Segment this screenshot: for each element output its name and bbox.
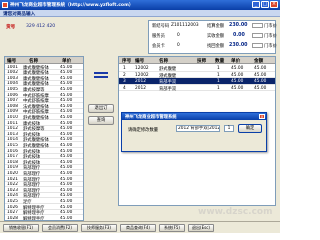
order-seq: 3 — [123, 79, 126, 85]
app-icon — [2, 2, 8, 8]
transfer-controls: 退出订 查询 — [86, 56, 116, 221]
order-amount: 45.00 — [254, 79, 267, 85]
document-no-label: 新结号码 — [152, 24, 170, 29]
order-code: 2012 — [135, 85, 146, 91]
received-amount: 0.00 — [233, 33, 245, 38]
order-qty: 1 — [217, 85, 220, 91]
store-price-label-3: 门市价 — [264, 44, 277, 49]
watermark: www.dzsc.com — [198, 207, 273, 217]
order-code: 2012 — [135, 79, 146, 85]
header-seq[interactable]: 序号 — [122, 58, 131, 64]
header-name[interactable]: 名称 — [159, 58, 168, 64]
dialog-qty-field[interactable]: 1 — [224, 125, 234, 132]
order-unit-price: 45.00 — [231, 85, 244, 91]
order-seq: 4 — [123, 85, 126, 91]
order-code: 12002 — [135, 66, 149, 71]
order-seq: 2 — [123, 72, 126, 78]
dialog-close-icon[interactable]: × — [259, 114, 265, 119]
goods-input-field[interactable]: 329 412 420 — [26, 24, 55, 29]
order-unit-price: 45.00 — [231, 79, 244, 85]
header-qty[interactable]: 数量 — [215, 58, 224, 64]
order-code: 12002 — [135, 72, 149, 78]
order-qty: 1 — [217, 66, 220, 71]
order-row[interactable]: 3 2012 背部手双 1 45.00 45.00 — [119, 78, 275, 85]
settle-amount: 230.00 — [229, 23, 248, 28]
document-no: Z101112003 — [171, 23, 199, 28]
dialog-title: 神州飞龙商业超市管理系统 — [125, 115, 177, 120]
add-arrow-icon[interactable] — [92, 70, 110, 80]
product-table-header: 编号 名称 单价 — [5, 57, 83, 64]
minimize-button[interactable]: _ — [252, 1, 260, 8]
dialog-ok-button[interactable]: 确定 — [238, 124, 262, 133]
header-amount[interactable]: 金额 — [254, 58, 263, 64]
goods-input-row: 货号 329 412 420 — [4, 20, 84, 30]
maximize-button[interactable]: □ — [261, 1, 269, 8]
query-button[interactable]: 查询 — [88, 116, 114, 125]
header-unit-price[interactable]: 单价 — [231, 58, 240, 64]
store-price-box-1[interactable] — [252, 23, 263, 28]
order-seq: 1 — [123, 66, 126, 71]
dialog-prompt: 请确定修改数量 — [128, 128, 159, 133]
close-button[interactable]: × — [270, 1, 278, 8]
tab-exit[interactable]: 退出(Esc) — [188, 224, 214, 232]
settlement-summary: 新结号码 Z101112003 结算金额 230.00 门市价 服务员 0 实收… — [148, 20, 277, 54]
staff-value: 0 — [177, 33, 180, 38]
change-amount-label: 找回金额 — [207, 44, 225, 49]
dialog-item-field[interactable]: 2012 背部手双[2012] — [176, 125, 220, 132]
order-unit-price: 45.00 — [231, 66, 244, 71]
order-row[interactable]: 2 12002 港式腹健 1 45.00 45.00 — [119, 72, 275, 79]
received-amount-label: 实收金额 — [207, 34, 225, 39]
title-bar: 神州飞龙商业超市管理系统（http://www.yzfloft.com） _ □… — [0, 0, 280, 10]
order-row[interactable]: 1 12002 舒式腹健 1 45.00 45.00 — [119, 65, 275, 72]
order-unit-price: 45.00 — [231, 72, 244, 78]
store-price-label-1: 门市价 — [264, 24, 277, 29]
cancel-order-button[interactable]: 退出订 — [88, 104, 114, 113]
order-qty: 1 — [217, 79, 220, 85]
store-price-box-3[interactable] — [252, 43, 263, 48]
header-tech[interactable]: 技师 — [197, 58, 206, 64]
order-table-header: 序号 编号 名称 技师 数量 单价 金额 — [119, 57, 275, 64]
store-price-label-2: 门市价 — [264, 34, 277, 39]
order-qty: 1 — [217, 72, 220, 78]
tab-sales[interactable]: 销售收银(F1) — [3, 224, 39, 232]
tab-system[interactable]: 系统(F5) — [159, 224, 185, 232]
change-amount: 230.00 — [229, 43, 248, 48]
settle-amount-label: 结算金额 — [207, 24, 225, 29]
product-table: 编号 名称 单价 1001 康式腹健按钵 45.00 1002 康式腹健按钵 45.00 1… — [4, 56, 84, 221]
member-card-value: 0 — [177, 43, 180, 48]
goods-input-label: 货号 — [6, 25, 16, 30]
header-code[interactable]: 编号 — [135, 58, 144, 64]
staff-label: 服务员 — [152, 34, 165, 39]
window-title: 神州飞龙商业超市管理系统（http://www.yzfloft.com） — [10, 3, 134, 8]
dialog-title-bar: 神州飞龙商业超市管理系统 — [122, 113, 266, 120]
product-code: 1028 — [7, 215, 18, 221]
member-card-label: 会员卡 — [152, 44, 165, 49]
product-row[interactable]: 1028 解特理手疗 45.00 — [5, 215, 83, 221]
order-amount: 45.00 — [254, 66, 267, 71]
order-name: 背部手双 — [159, 86, 177, 92]
product-price: 45.00 — [60, 215, 73, 221]
tab-product-query[interactable]: 商品查询(F4) — [120, 224, 156, 232]
tab-member[interactable]: 会员消费(F2) — [42, 224, 78, 232]
order-row[interactable]: 4 2012 背部手双 1 45.00 45.00 — [119, 85, 275, 92]
input-prompt-label: 请您对商品输入 — [3, 12, 36, 17]
tab-technician[interactable]: 技师服务(F3) — [81, 224, 117, 232]
input-prompt-bar: 请您对商品输入 — [0, 10, 280, 17]
app-window: 神州飞龙商业超市管理系统（http://www.yzfloft.com） _ □… — [0, 0, 280, 233]
bottom-toolbar: 销售收银(F1) 会员消费(F2) 技师服务(F3) 商品查询(F4) 系统(F… — [0, 221, 280, 233]
modify-quantity-dialog: 神州飞龙商业超市管理系统 × 请确定修改数量 2012 背部手双[2012] 1… — [121, 112, 267, 152]
order-amount: 45.00 — [254, 85, 267, 91]
order-amount: 45.00 — [254, 72, 267, 78]
store-price-box-2[interactable] — [252, 33, 263, 38]
